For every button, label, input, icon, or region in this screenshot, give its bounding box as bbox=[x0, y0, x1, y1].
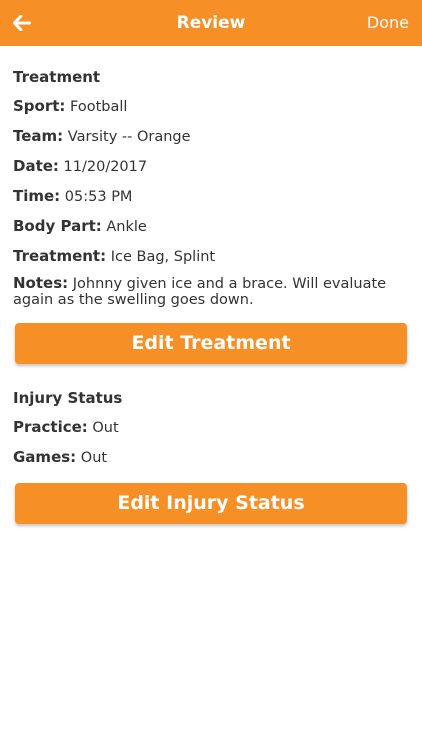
practice-field: Practice: Out bbox=[13, 417, 409, 438]
body-part-field: Body Part: Ankle bbox=[13, 216, 409, 237]
games-field: Games: Out bbox=[13, 447, 409, 468]
treatment-label: Treatment: bbox=[13, 247, 107, 265]
practice-label: Practice: bbox=[13, 418, 88, 436]
injury-status-section-title: Injury Status bbox=[13, 389, 123, 407]
sport-field: Sport: Football bbox=[13, 96, 409, 117]
edit-treatment-button[interactable]: Edit Treatment bbox=[15, 323, 407, 364]
page-title: Review bbox=[176, 13, 246, 33]
treatment-value: Ice Bag, Splint bbox=[110, 249, 216, 265]
treatment-field: Treatment: Ice Bag, Splint bbox=[13, 246, 409, 267]
team-value: Varsity -- Orange bbox=[67, 129, 191, 145]
team-label: Team: bbox=[13, 127, 64, 145]
games-label: Games: bbox=[13, 448, 77, 466]
edit-injury-status-button[interactable]: Edit Injury Status bbox=[15, 483, 407, 524]
done-button[interactable]: Done bbox=[367, 0, 409, 46]
notes-label: Notes: bbox=[13, 274, 69, 292]
date-field: Date: 11/20/2017 bbox=[13, 156, 409, 177]
sport-label: Sport: bbox=[13, 97, 66, 115]
sport-value: Football bbox=[70, 99, 128, 115]
team-field: Team: Varsity -- Orange bbox=[13, 126, 409, 147]
time-label: Time: bbox=[13, 187, 61, 205]
games-value: Out bbox=[80, 450, 108, 466]
notes-field: Notes: Johnny given ice and a brace. Wil… bbox=[13, 275, 409, 308]
time-field: Time: 05:53 PM bbox=[13, 186, 409, 207]
nav-bar: Review Done bbox=[0, 0, 422, 46]
date-value: 11/20/2017 bbox=[63, 159, 148, 175]
time-value: 05:53 PM bbox=[64, 189, 133, 205]
body-part-label: Body Part: bbox=[13, 217, 102, 235]
notes-value: Johnny given ice and a brace. Will evalu… bbox=[13, 276, 387, 308]
review-content: Treatment Sport: Football Team: Varsity … bbox=[0, 67, 422, 524]
date-label: Date: bbox=[13, 157, 59, 175]
practice-value: Out bbox=[92, 420, 119, 436]
body-part-value: Ankle bbox=[106, 219, 147, 235]
treatment-section-title: Treatment bbox=[13, 68, 101, 86]
